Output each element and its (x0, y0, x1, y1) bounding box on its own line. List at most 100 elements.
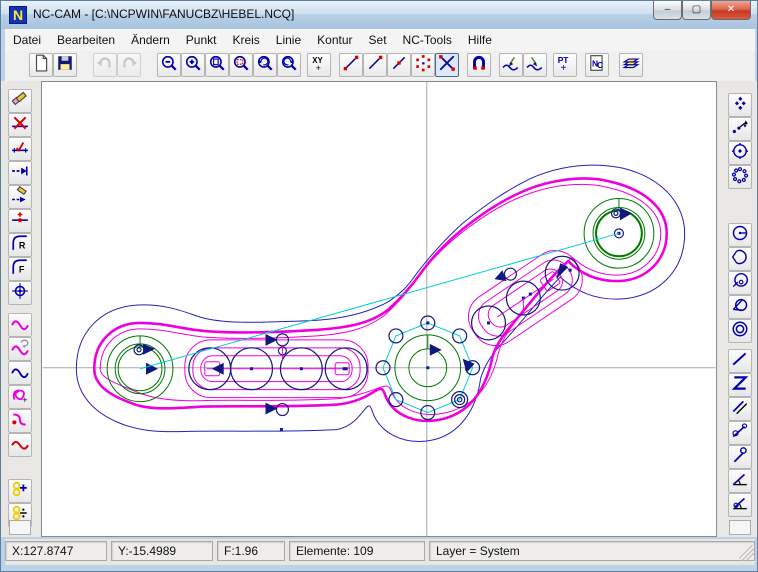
layers-button[interactable] (619, 53, 643, 77)
bolt-circle-button[interactable] (728, 165, 752, 189)
pt-plus-button[interactable]: PT+ (553, 53, 577, 77)
line-diagonal-button[interactable] (728, 349, 752, 373)
line-zigzag-button[interactable] (728, 373, 752, 397)
left-bottom-box[interactable] (9, 520, 31, 535)
menu-hilfe[interactable]: Hilfe (460, 29, 500, 51)
app-window: N NC-CAM - [C:\NCPWIN\FANUCBZ\HEBEL.NCQ]… (0, 0, 758, 572)
curve-rebuild-button[interactable] (8, 337, 32, 361)
magnet-snap-icon (470, 54, 488, 77)
circle-tangent-icon (731, 296, 749, 319)
cad-drawing (42, 82, 716, 536)
fillet-radius-button[interactable]: R (8, 233, 32, 257)
line-tangent-circle-button[interactable] (728, 445, 752, 469)
point-on-line-mid-icon (390, 54, 408, 77)
maximize-button[interactable]: ▢ (682, 1, 711, 20)
right-bottom-box[interactable] (729, 520, 751, 535)
point-on-line-end-button[interactable] (363, 53, 387, 77)
origin-target-button[interactable] (8, 281, 32, 305)
chamfer-icon: F (11, 258, 29, 281)
approach-curve-right-button[interactable] (523, 53, 547, 77)
save-file-icon (56, 54, 74, 77)
save-file-button[interactable] (53, 53, 77, 77)
chamfer-button[interactable]: F (8, 257, 32, 281)
zoom-out-button[interactable] (157, 53, 181, 77)
edit-element-button[interactable] (8, 185, 32, 209)
spline-loop-button[interactable]: + (8, 385, 32, 409)
curve-red-icon (11, 434, 29, 457)
delete-point-button[interactable] (435, 53, 459, 77)
zoom-rotate-left-button[interactable] (253, 53, 277, 77)
concentric-circles-icon (731, 320, 749, 343)
minimize-button[interactable]: – (653, 1, 682, 20)
extend-element-button[interactable] (8, 161, 32, 185)
menu-kreis[interactable]: Kreis (224, 29, 267, 51)
zoom-rotate-left-icon (256, 54, 274, 77)
undo-button[interactable] (93, 53, 117, 77)
point-on-line-both-button[interactable] (339, 53, 363, 77)
svg-text:R: R (19, 240, 26, 250)
close-button[interactable]: ✕ (711, 1, 751, 20)
circle-two-point-button[interactable] (728, 271, 752, 295)
insert-point-button[interactable] (8, 209, 32, 233)
magnet-snap-button[interactable] (467, 53, 491, 77)
new-file-button[interactable] (29, 53, 53, 77)
line-angle-button[interactable] (728, 469, 752, 493)
trim-element-button[interactable] (8, 137, 32, 161)
drill-add-button[interactable] (8, 479, 32, 503)
titlebar[interactable]: N NC-CAM - [C:\NCPWIN\FANUCBZ\HEBEL.NCQ]… (1, 1, 758, 29)
menu-datei[interactable]: Datei (5, 29, 49, 51)
circle-radius-button[interactable] (728, 223, 752, 247)
undo-icon (96, 54, 114, 77)
drawing-canvas[interactable] (41, 81, 717, 537)
circle-two-point-icon (731, 272, 749, 295)
menu-set[interactable]: Set (361, 29, 395, 51)
eraser-button[interactable] (8, 89, 32, 113)
line-tangent-two-circles-icon (731, 422, 749, 445)
pt-plus-icon: PT+ (556, 54, 574, 77)
menu-linie[interactable]: Linie (268, 29, 309, 51)
circle-center-point-button[interactable] (728, 141, 752, 165)
menu-nctools[interactable]: NC-Tools (395, 29, 460, 51)
circle-chord-button[interactable] (728, 247, 752, 271)
menu-kontur[interactable]: Kontur (309, 29, 360, 51)
line-tangent-two-circles-button[interactable] (728, 421, 752, 445)
menu-bearbeiten[interactable]: Bearbeiten (49, 29, 123, 51)
xy-coordinates-button[interactable]: XY+ (307, 53, 331, 77)
point-circle-button[interactable] (411, 53, 435, 77)
zoom-window-button[interactable] (229, 53, 253, 77)
delete-element-button[interactable] (8, 113, 32, 137)
zoom-rotate-right-button[interactable] (277, 53, 301, 77)
menu-ndern[interactable]: Ändern (123, 29, 178, 51)
status-y: Y:-15.4989 (111, 541, 213, 561)
fillet-radius-icon: R (11, 234, 29, 257)
point-sequence-button[interactable] (728, 117, 752, 141)
line-angle-icon (731, 470, 749, 493)
point-on-line-mid-button[interactable] (387, 53, 411, 77)
points-button[interactable] (728, 93, 752, 117)
resize-grip[interactable] (739, 545, 755, 561)
curve-magenta-button[interactable] (8, 313, 32, 337)
line-parallel-button[interactable] (728, 397, 752, 421)
menubar: DateiBearbeitenÄndernPunktKreisLinieKont… (5, 29, 755, 52)
curve-point-button[interactable] (8, 409, 32, 433)
nc-program-button[interactable]: NC (585, 53, 609, 77)
svg-text:+: + (316, 62, 321, 71)
line-angle-tangent-button[interactable] (728, 493, 752, 517)
curve-blue-button[interactable] (8, 361, 32, 385)
approach-curve-left-button[interactable] (499, 53, 523, 77)
svg-text:F: F (19, 264, 25, 274)
rapid-move (140, 233, 619, 368)
zoom-page-button[interactable] (205, 53, 229, 77)
milling-contour (94, 178, 666, 420)
line-tangent-circle-icon (731, 446, 749, 469)
circle-tangent-button[interactable] (728, 295, 752, 319)
trim-element-icon (11, 138, 29, 161)
curve-red-button[interactable] (8, 433, 32, 457)
point-on-line-both-icon (342, 54, 360, 77)
menu-punkt[interactable]: Punkt (178, 29, 225, 51)
svg-text:C: C (597, 60, 603, 70)
zoom-in-button[interactable] (181, 53, 205, 77)
concentric-circles-button[interactable] (728, 319, 752, 343)
redo-button[interactable] (117, 53, 141, 77)
zoom-window-icon (232, 54, 250, 77)
